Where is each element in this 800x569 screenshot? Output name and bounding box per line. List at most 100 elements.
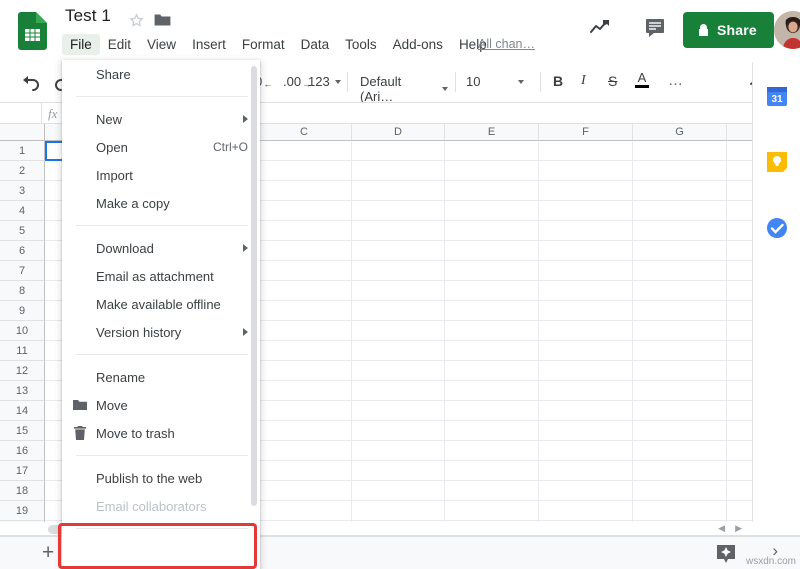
grid-cell[interactable] bbox=[445, 321, 539, 341]
undo-icon[interactable] bbox=[20, 71, 42, 93]
menu-item-import[interactable]: Import bbox=[62, 161, 260, 189]
grid-cell[interactable] bbox=[445, 341, 539, 361]
grid-cell[interactable] bbox=[352, 441, 445, 461]
grid-cell[interactable] bbox=[257, 361, 352, 381]
row-header-18[interactable]: 18 bbox=[0, 481, 45, 501]
grid-cell[interactable] bbox=[445, 241, 539, 261]
name-box[interactable] bbox=[0, 103, 42, 124]
grid-cell[interactable] bbox=[633, 501, 727, 521]
grid-cell[interactable] bbox=[539, 321, 633, 341]
row-header-11[interactable]: 11 bbox=[0, 341, 45, 361]
grid-cell[interactable] bbox=[352, 381, 445, 401]
grid-cell[interactable] bbox=[352, 221, 445, 241]
grid-cell[interactable] bbox=[257, 281, 352, 301]
row-header-5[interactable]: 5 bbox=[0, 221, 45, 241]
grid-cell[interactable] bbox=[539, 281, 633, 301]
grid-cell[interactable] bbox=[257, 201, 352, 221]
grid-cell[interactable] bbox=[633, 441, 727, 461]
grid-cell[interactable] bbox=[539, 421, 633, 441]
grid-cell[interactable] bbox=[539, 141, 633, 161]
menu-insert[interactable]: Insert bbox=[184, 34, 234, 55]
grid-cell[interactable] bbox=[633, 381, 727, 401]
grid-cell[interactable] bbox=[445, 401, 539, 421]
grid-cell[interactable] bbox=[445, 501, 539, 521]
grid-cell[interactable] bbox=[633, 281, 727, 301]
grid-cell[interactable] bbox=[633, 341, 727, 361]
grid-cell[interactable] bbox=[257, 461, 352, 481]
grid-cell[interactable] bbox=[633, 161, 727, 181]
star-outline-icon[interactable] bbox=[128, 12, 145, 29]
grid-cell[interactable] bbox=[539, 341, 633, 361]
italic-button[interactable]: I bbox=[581, 73, 586, 89]
grid-cell[interactable] bbox=[257, 321, 352, 341]
menu-tools[interactable]: Tools bbox=[337, 34, 385, 55]
row-header-7[interactable]: 7 bbox=[0, 261, 45, 281]
column-header-c[interactable]: C bbox=[257, 124, 352, 141]
google-tasks-icon[interactable] bbox=[765, 216, 789, 240]
row-header-15[interactable]: 15 bbox=[0, 421, 45, 441]
grid-cell[interactable] bbox=[539, 161, 633, 181]
google-calendar-icon[interactable]: 31 bbox=[765, 84, 789, 108]
strikethrough-button[interactable]: S bbox=[608, 73, 617, 89]
grid-cell[interactable] bbox=[539, 441, 633, 461]
menu-item-rename[interactable]: Rename bbox=[62, 363, 260, 391]
grid-cell[interactable] bbox=[352, 481, 445, 501]
grid-cell[interactable] bbox=[352, 321, 445, 341]
row-header-9[interactable]: 9 bbox=[0, 301, 45, 321]
grid-cell[interactable] bbox=[352, 461, 445, 481]
grid-cell[interactable] bbox=[539, 261, 633, 281]
grid-cell[interactable] bbox=[539, 501, 633, 521]
grid-cell[interactable] bbox=[257, 141, 352, 161]
folder-icon[interactable] bbox=[153, 12, 172, 28]
menu-item-download[interactable]: Download bbox=[62, 234, 260, 262]
number-format-button[interactable]: 123 bbox=[308, 74, 341, 89]
row-header-12[interactable]: 12 bbox=[0, 361, 45, 381]
grid-cell[interactable] bbox=[352, 141, 445, 161]
grid-cell[interactable] bbox=[257, 401, 352, 421]
row-header-19[interactable]: 19 bbox=[0, 501, 45, 521]
grid-cell[interactable] bbox=[352, 401, 445, 421]
grid-cell[interactable] bbox=[352, 421, 445, 441]
grid-cell[interactable] bbox=[257, 301, 352, 321]
grid-cell[interactable] bbox=[633, 181, 727, 201]
grid-cell[interactable] bbox=[257, 181, 352, 201]
grid-cell[interactable] bbox=[257, 481, 352, 501]
row-header-14[interactable]: 14 bbox=[0, 401, 45, 421]
file-dropdown-menu[interactable]: Share New Open Ctrl+O Import Make a copy Downl… bbox=[58, 60, 260, 569]
column-header-e[interactable]: E bbox=[445, 124, 539, 141]
grid-cell[interactable] bbox=[352, 161, 445, 181]
increase-decimal-button[interactable]: .00 → bbox=[283, 73, 311, 90]
menu-edit[interactable]: Edit bbox=[100, 34, 139, 55]
grid-cell[interactable] bbox=[539, 301, 633, 321]
comment-icon[interactable] bbox=[644, 16, 666, 38]
grid-cell[interactable] bbox=[257, 341, 352, 361]
grid-cell[interactable] bbox=[352, 501, 445, 521]
grid-cell[interactable] bbox=[352, 341, 445, 361]
menu-item-publish-to-the-web[interactable]: Publish to the web bbox=[62, 464, 260, 492]
grid-cell[interactable] bbox=[445, 361, 539, 381]
grid-cell[interactable] bbox=[445, 181, 539, 201]
grid-cell[interactable] bbox=[633, 241, 727, 261]
grid-cell[interactable] bbox=[445, 281, 539, 301]
row-header-1[interactable]: 1 bbox=[0, 141, 45, 161]
scroll-right-arrow[interactable]: ▶ bbox=[735, 523, 742, 534]
document-title[interactable]: Test 1 bbox=[65, 6, 111, 26]
grid-cell[interactable] bbox=[633, 141, 727, 161]
grid-cell[interactable] bbox=[633, 481, 727, 501]
menu-addons[interactable]: Add-ons bbox=[385, 34, 451, 55]
menu-file[interactable]: File bbox=[62, 34, 100, 55]
grid-cell[interactable] bbox=[633, 421, 727, 441]
grid-cell[interactable] bbox=[445, 221, 539, 241]
google-keep-icon[interactable] bbox=[765, 150, 789, 174]
grid-cell[interactable] bbox=[633, 461, 727, 481]
grid-cell[interactable] bbox=[352, 361, 445, 381]
menu-item-make-a-copy[interactable]: Make a copy bbox=[62, 189, 260, 217]
row-header-4[interactable]: 4 bbox=[0, 201, 45, 221]
grid-cell[interactable] bbox=[633, 301, 727, 321]
grid-cell[interactable] bbox=[539, 201, 633, 221]
grid-cell[interactable] bbox=[633, 261, 727, 281]
menu-item-move-to-trash[interactable]: Move to trash bbox=[62, 419, 260, 447]
horizontal-scroll-arrows[interactable]: ◀ ▶ bbox=[718, 523, 742, 534]
font-size-select[interactable]: 10 bbox=[466, 74, 524, 89]
trending-up-icon[interactable] bbox=[588, 16, 614, 38]
